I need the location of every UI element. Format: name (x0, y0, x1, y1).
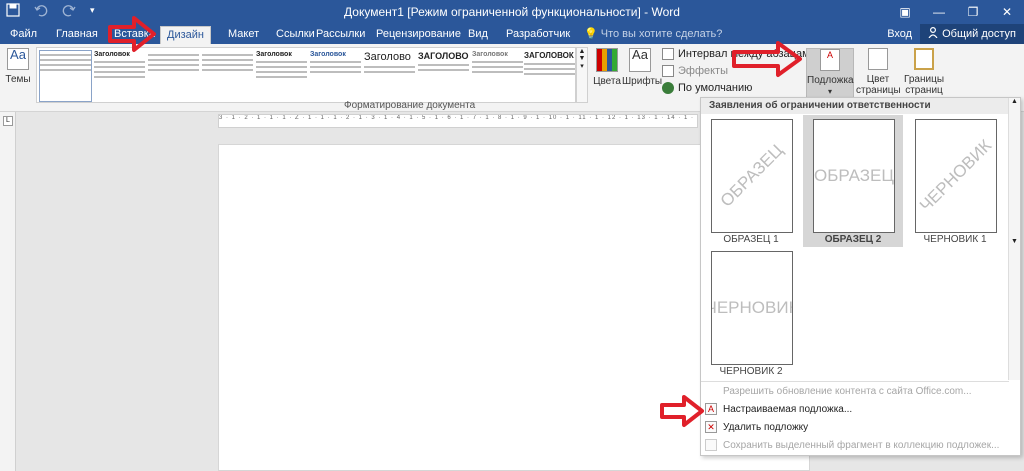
vertical-ruler (0, 112, 16, 471)
checkmark-icon (662, 82, 674, 94)
watermark-draft-1[interactable]: ЧЕРНОВИК ЧЕРНОВИК 1 (905, 115, 1005, 247)
share-label: Общий доступ (942, 28, 1016, 40)
tab-mailings[interactable]: Рассылки (310, 26, 371, 44)
page-borders-label: Границы страниц (904, 74, 944, 96)
colors-icon (596, 48, 618, 72)
style-set-item[interactable] (201, 50, 254, 102)
watermark-label: ОБРАЗЕЦ 2 (824, 234, 882, 245)
menu-remove-watermark[interactable]: ✕ Удалить подложку (705, 421, 808, 433)
horizontal-ruler[interactable]: 3 · 1 · 2 · 1 · 1 · 1 · Z · 1 · 1 · 1 · … (218, 114, 698, 128)
remove-watermark-icon: ✕ (705, 421, 717, 433)
tab-file[interactable]: Файл (4, 26, 43, 44)
tab-review[interactable]: Рецензирование (370, 26, 467, 44)
group-label: Форматирование документа (344, 100, 476, 111)
watermark-button[interactable]: A Подложка ▾ (806, 48, 854, 102)
tab-home[interactable]: Главная (50, 26, 104, 44)
watermark-dropdown: Заявления об ограничении ответственности… (700, 97, 1021, 456)
watermark-preview: ЧЕРНОВИК (711, 251, 793, 365)
restore-icon[interactable]: ❐ (956, 0, 990, 24)
watermark-preview: ОБРАЗЕЦ (711, 119, 793, 233)
dropdown-scrollbar[interactable]: ▲ ▼ (1008, 98, 1020, 380)
fonts-button[interactable]: Aa Шрифты (622, 48, 662, 108)
style-set-item[interactable]: ЗАГОЛОВОК (523, 50, 576, 102)
watermark-preview: ЧЕРНОВИК (915, 119, 997, 233)
themes-icon: Aa (7, 48, 29, 70)
save-watermark-icon (705, 439, 717, 451)
watermark-preview: ОБРАЗЕЦ (813, 119, 895, 233)
tab-design[interactable]: Дизайн (160, 26, 211, 44)
menu-enable-office-content[interactable]: Разрешить обновление контента с сайта Of… (705, 385, 972, 397)
tell-me-box[interactable]: 💡 Что вы хотите сделать? (578, 26, 728, 44)
page-borders-icon (914, 48, 934, 70)
lightbulb-icon: 💡 (584, 28, 598, 40)
style-set-item[interactable]: Заголовок (471, 50, 524, 102)
menu-custom-watermark[interactable]: A Настраиваемая подложка... (705, 403, 852, 415)
effects-icon (662, 65, 674, 77)
style-set-item[interactable]: Заголовок (255, 50, 308, 102)
style-set-item[interactable]: Заголовок (93, 50, 146, 102)
dropdown-heading: Заявления об ограничении ответственности (701, 98, 1009, 114)
style-set-item[interactable]: ЗАГОЛОВО (417, 50, 470, 102)
gallery-scroll[interactable]: ▲ ▼ ▾ (576, 47, 588, 103)
watermark-sample-2[interactable]: ОБРАЗЕЦ ОБРАЗЕЦ 2 (803, 115, 903, 247)
page-color-label: Цвет страницы (856, 74, 901, 96)
watermark-sample-1[interactable]: ОБРАЗЕЦ ОБРАЗЕЦ 1 (701, 115, 801, 247)
menu-save-to-gallery[interactable]: Сохранить выделенный фрагмент в коллекци… (705, 439, 999, 451)
fonts-icon: Aa (629, 48, 651, 72)
chevron-down-icon: ▾ (827, 87, 832, 96)
tab-view[interactable]: Вид (462, 26, 494, 44)
watermark-label: ОБРАЗЕЦ 1 (723, 234, 779, 245)
dropdown-separator (701, 381, 1009, 382)
arrow-annotation-design (108, 16, 156, 52)
share-button[interactable]: Общий доступ (920, 24, 1024, 44)
watermark-icon: A (820, 49, 840, 71)
tab-selector[interactable]: L (3, 116, 13, 126)
style-set-item[interactable] (147, 50, 200, 102)
close-icon[interactable]: ✕ (990, 0, 1024, 24)
account-area: Вход Общий доступ (879, 24, 1024, 44)
watermark-label: ЧЕРНОВИК 2 (719, 366, 783, 377)
style-set-item[interactable] (39, 50, 92, 102)
tell-me-text: Что вы хотите сделать? (600, 28, 723, 40)
tab-developer[interactable]: Разработчик (500, 26, 576, 44)
effects-button[interactable]: Эффекты (662, 65, 728, 77)
paragraph-spacing-icon (662, 48, 674, 60)
themes-label: Темы (5, 74, 31, 85)
arrow-annotation-custom (660, 395, 704, 427)
watermark-draft-2[interactable]: ЧЕРНОВИК ЧЕРНОВИК 2 (701, 247, 801, 379)
colors-label: Цвета (593, 76, 621, 87)
effects-label: Эффекты (678, 65, 729, 77)
style-set-item[interactable]: Заголово (363, 50, 416, 102)
minimize-icon[interactable]: — (922, 0, 956, 24)
page-color-icon (868, 48, 888, 70)
window-controls: ▣ — ❐ ✕ (888, 0, 1024, 24)
fonts-label: Шрифты (622, 76, 663, 87)
signin-link[interactable]: Вход (879, 28, 920, 40)
tab-layout[interactable]: Макет (222, 26, 265, 44)
style-set-gallery: Заголовок Заголовок Заголовок Заголово З… (36, 47, 576, 103)
themes-button[interactable]: Aa Темы (2, 48, 34, 108)
set-default-label: По умолчанию (678, 82, 753, 94)
set-default-button[interactable]: По умолчанию (662, 82, 752, 94)
watermark-label: Подложка (807, 75, 854, 86)
ribbon-display-icon[interactable]: ▣ (888, 0, 922, 24)
custom-watermark-icon: A (705, 403, 717, 415)
person-icon (928, 26, 938, 41)
style-set-item[interactable]: Заголовок (309, 50, 362, 102)
watermark-label: ЧЕРНОВИК 1 (923, 234, 987, 245)
arrow-annotation-watermark (732, 41, 802, 77)
colors-button[interactable]: Цвета (592, 48, 622, 108)
